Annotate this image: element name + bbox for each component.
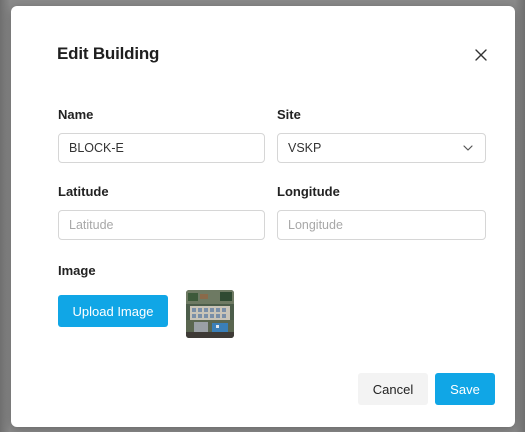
close-icon [475,49,487,61]
site-selected-value: VSKP [288,141,322,155]
close-button[interactable] [471,44,491,66]
image-label: Image [58,263,96,278]
cancel-button[interactable]: Cancel [358,373,428,405]
edit-building-dialog: Edit Building Name Site VSKP Latitude Lo… [11,6,515,427]
site-select[interactable]: VSKP [277,133,486,163]
save-button[interactable]: Save [435,373,495,405]
name-input[interactable] [58,133,265,163]
dialog-title: Edit Building [57,44,160,63]
site-label: Site [277,107,301,122]
name-label: Name [58,107,94,122]
latitude-label: Latitude [58,184,109,199]
building-image-thumbnail [186,290,234,338]
chevron-down-icon [461,141,475,155]
longitude-input[interactable] [277,210,486,240]
upload-image-button[interactable]: Upload Image [58,295,168,327]
longitude-label: Longitude [277,184,340,199]
latitude-input[interactable] [58,210,265,240]
